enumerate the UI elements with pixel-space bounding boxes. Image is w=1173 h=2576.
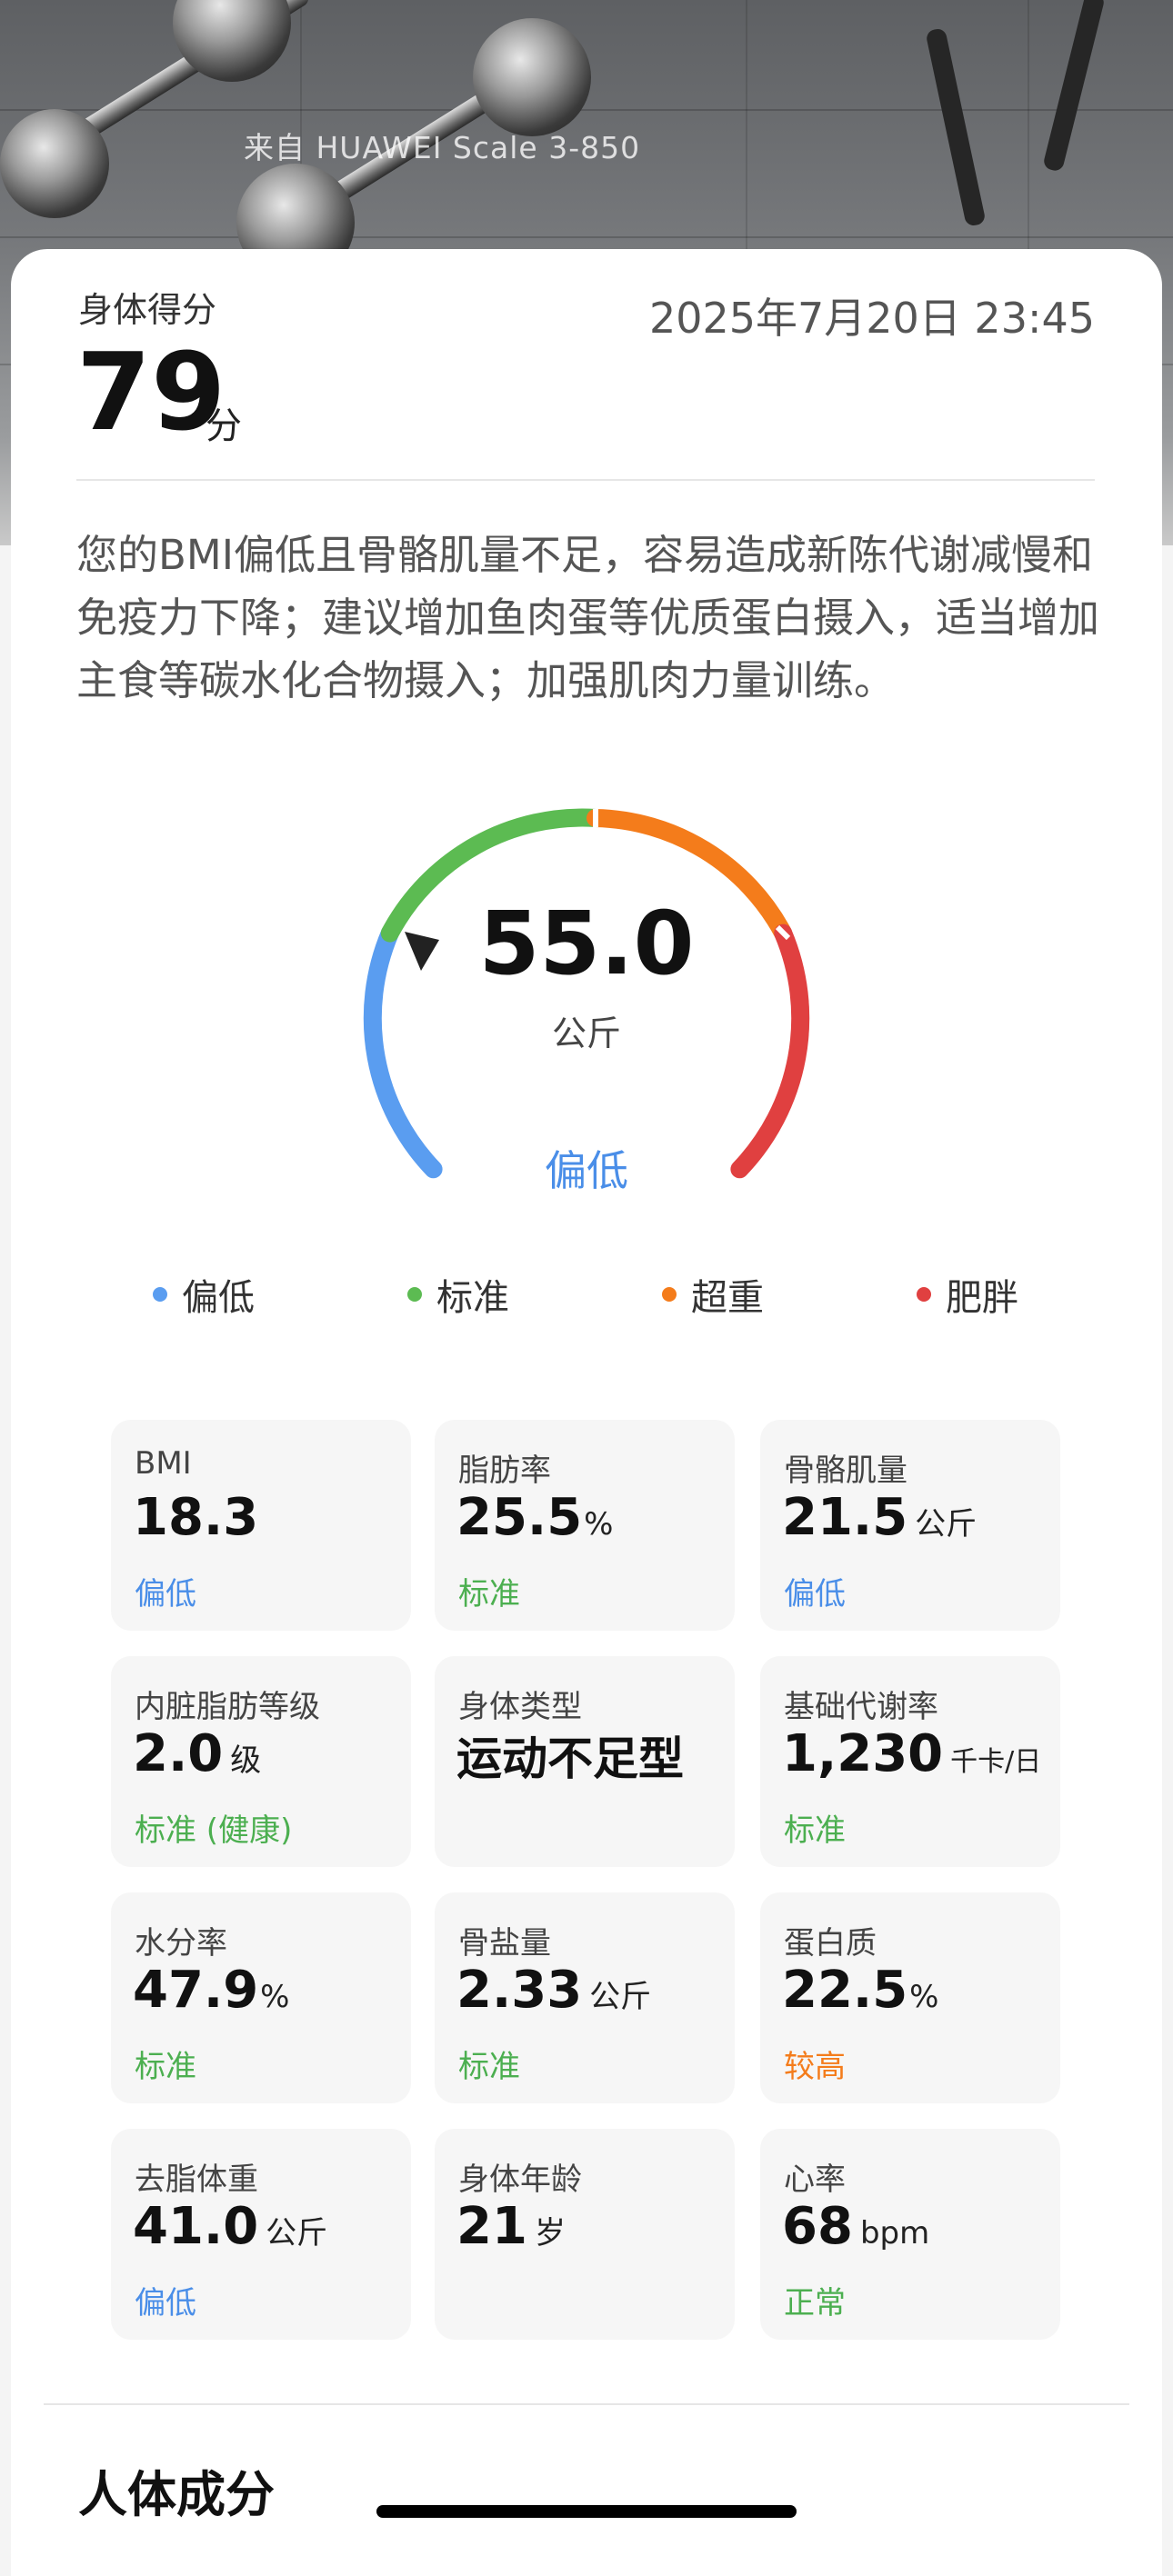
metric-value: 2.33 公斤 <box>456 1965 651 2016</box>
metric-status: 标准 <box>784 1812 846 1849</box>
metric-number: 68 <box>782 2197 853 2256</box>
legend-label: 偏低 <box>182 1277 255 1319</box>
metric-label: 内脏脂肪等级 <box>135 1689 320 1725</box>
metric-status: 正常 <box>784 2285 846 2321</box>
metric-tile-heart-rate[interactable]: 心率 68 bpm 正常 <box>760 2129 1060 2340</box>
weight-status: 偏低 <box>545 1146 628 1195</box>
metric-unit: 公斤 <box>589 1979 652 2015</box>
metric-unit: bpm <box>859 2215 930 2252</box>
metric-label: BMI <box>135 1445 192 1482</box>
metric-number: 41.0 <box>133 2197 259 2256</box>
metric-unit: % <box>260 1979 290 2015</box>
metric-number: 2.33 <box>456 1961 583 2020</box>
weight-unit: 公斤 <box>551 1013 621 1053</box>
metric-unit: 公斤 <box>915 1506 978 1543</box>
metric-status: 偏低 <box>135 2285 196 2321</box>
metric-value: 18.3 <box>133 1493 266 1543</box>
body-score-value: 79 <box>76 329 226 454</box>
metric-tile-water[interactable]: 水分率 47.9% 标准 <box>111 1892 411 2103</box>
metric-number: 25.5 <box>456 1488 583 1547</box>
metric-label: 基础代谢率 <box>784 1689 938 1725</box>
body-score-unit: 分 <box>206 405 242 447</box>
legend-dot-icon <box>917 1287 931 1302</box>
metric-status: 标准 <box>135 2049 196 2085</box>
metric-unit: 千卡/日 <box>950 1746 1042 1778</box>
metric-tile-bone-mineral[interactable]: 骨盐量 2.33 公斤 标准 <box>435 1892 735 2103</box>
legend-label: 超重 <box>691 1277 764 1319</box>
legend-item-obese: 肥胖 <box>917 1268 1018 1321</box>
metric-tile-body-fat[interactable]: 脂肪率 25.5% 标准 <box>435 1420 735 1631</box>
metric-label: 心率 <box>784 2162 846 2198</box>
metric-value: 运动不足型 <box>456 1732 684 1785</box>
metric-label: 去脂体重 <box>135 2162 258 2198</box>
metric-unit: 岁 <box>534 2215 566 2252</box>
metric-value: 41.0 公斤 <box>133 2202 327 2252</box>
legend-item-low: 偏低 <box>153 1268 255 1321</box>
metric-unit: 级 <box>230 1742 262 1779</box>
score-label: 身体得分 <box>78 290 217 330</box>
legend-dot-icon <box>662 1287 677 1302</box>
metric-tile-body-age[interactable]: 身体年龄 21 岁 <box>435 2129 735 2340</box>
home-indicator[interactable] <box>376 2505 797 2518</box>
legend-dot-icon <box>153 1287 167 1302</box>
metric-tile-bmi[interactable]: BMI 18.3 偏低 <box>111 1420 411 1631</box>
metric-value: 22.5% <box>782 1965 938 2016</box>
legend-dot-icon <box>407 1287 422 1302</box>
metric-number: 22.5 <box>782 1961 908 2020</box>
metric-status: 标准 (健康) <box>135 1812 293 1849</box>
metric-label: 脂肪率 <box>458 1453 551 1489</box>
divider <box>44 2403 1129 2405</box>
metric-label: 蛋白质 <box>784 1925 877 1962</box>
measurement-datetime: 2025年7月20日 23:45 <box>648 294 1095 343</box>
metric-value: 47.9% <box>133 1965 289 2016</box>
section-title-body-composition: 人体成分 <box>78 2466 275 2523</box>
metric-status: 偏低 <box>135 1576 196 1612</box>
metric-label: 水分率 <box>135 1925 227 1962</box>
metric-label: 骨盐量 <box>458 1925 551 1962</box>
device-source-label: 来自 HUAWEI Scale 3-850 <box>244 130 641 165</box>
metric-value: 25.5% <box>456 1493 613 1543</box>
metric-value: 21 岁 <box>456 2202 566 2252</box>
metric-status: 偏低 <box>784 1576 846 1612</box>
legend-item-normal: 标准 <box>407 1268 509 1321</box>
metric-status: 较高 <box>784 2049 846 2085</box>
weight-value: 55.0 <box>478 893 695 994</box>
metric-unit: % <box>909 1979 939 2015</box>
metric-tile-protein[interactable]: 蛋白质 22.5% 较高 <box>760 1892 1060 2103</box>
metric-value: 21.5 公斤 <box>782 1493 977 1543</box>
metric-tile-visceral-fat[interactable]: 内脏脂肪等级 2.0 级 标准 (健康) <box>111 1656 411 1867</box>
metric-number: 2.0 <box>133 1724 224 1783</box>
metric-number: 21.5 <box>782 1488 908 1547</box>
metric-tile-body-type[interactable]: 身体类型 运动不足型 <box>435 1656 735 1867</box>
divider <box>76 479 1095 481</box>
metric-tile-bmr[interactable]: 基础代谢率 1,230 千卡/日 标准 <box>760 1656 1060 1867</box>
metric-value: 68 bpm <box>782 2202 929 2252</box>
metric-tile-skeletal-muscle[interactable]: 骨骼肌量 21.5 公斤 偏低 <box>760 1420 1060 1631</box>
metric-number: 18.3 <box>133 1488 259 1547</box>
metric-number: 47.9 <box>133 1961 259 2020</box>
metric-unit: % <box>584 1506 614 1543</box>
legend-label: 标准 <box>436 1277 509 1319</box>
metric-status: 标准 <box>458 1576 520 1612</box>
metric-label: 身体年龄 <box>458 2162 582 2198</box>
legend-item-overweight: 超重 <box>662 1268 764 1321</box>
metric-tile-lean-mass[interactable]: 去脂体重 41.0 公斤 偏低 <box>111 2129 411 2340</box>
metric-label: 身体类型 <box>458 1689 582 1725</box>
metric-status: 标准 <box>458 2049 520 2085</box>
metric-number: 21 <box>456 2197 527 2256</box>
health-advice-text: 您的BMI偏低且骨骼肌量不足，容易造成新陈代谢减慢和免疫力下降；建议增加鱼肉蛋等… <box>76 531 1100 704</box>
metric-label: 骨骼肌量 <box>784 1453 907 1489</box>
metric-value: 2.0 级 <box>133 1729 261 1780</box>
legend-label: 肥胖 <box>946 1277 1018 1319</box>
metric-number: 1,230 <box>782 1724 944 1783</box>
metric-value: 1,230 千卡/日 <box>782 1729 1041 1780</box>
metric-unit: 公斤 <box>266 2215 328 2252</box>
